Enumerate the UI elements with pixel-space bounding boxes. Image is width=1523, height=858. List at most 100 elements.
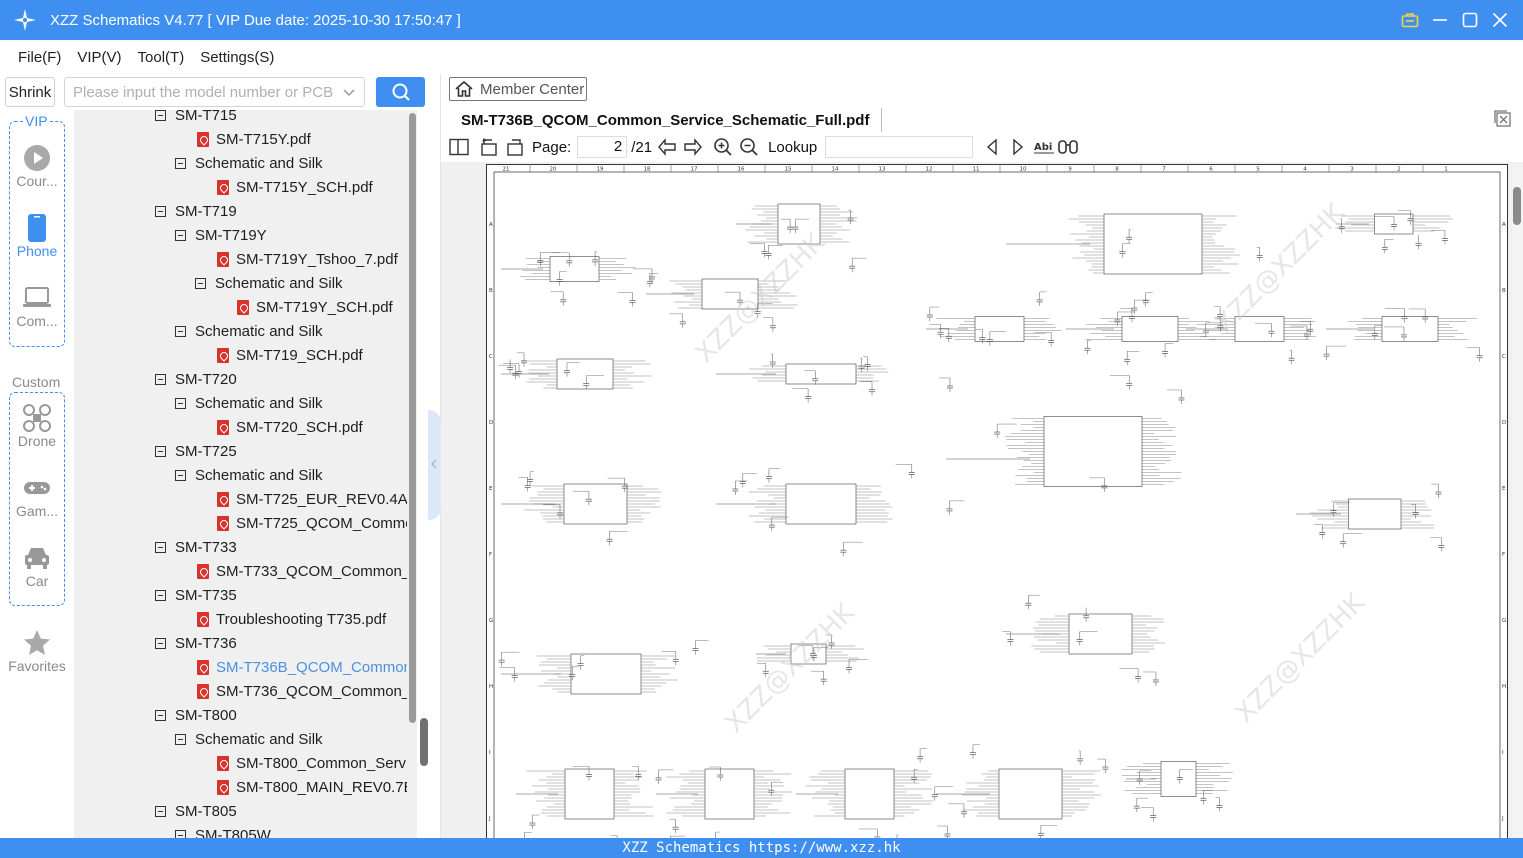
circuit-block [1121,761,1233,822]
rotate-left-icon[interactable] [478,136,500,158]
previous-page-icon[interactable] [656,136,678,158]
collapse-toggle-icon[interactable] [155,541,166,553]
rotate-right-icon[interactable] [504,136,526,158]
collapse-toggle-icon[interactable] [175,229,186,241]
tree-pdf-item[interactable]: SM-T800_Common_Service_F [195,751,407,775]
collapse-toggle-icon[interactable] [155,205,166,217]
collapse-toggle-icon[interactable] [195,277,206,289]
tree-folder-item[interactable]: Schematic and Silk [175,319,323,343]
menu-tool[interactable]: Tool(T) [138,49,185,66]
close-icon[interactable] [1491,11,1509,29]
collapse-toggle-icon[interactable] [175,469,186,481]
tree-item-label: SM-T736B_QCOM_Common_Se [216,658,407,676]
tree-folder-item[interactable]: SM-T733 [155,535,237,559]
viewer-scrollbar-thumb[interactable] [1513,187,1521,225]
tree-pdf-item[interactable]: SM-T736_QCOM_Common_Serv [175,679,407,703]
tree-scrollbar-track[interactable] [409,113,416,723]
tree-folder-item[interactable]: SM-T735 [155,583,237,607]
collapse-toggle-icon[interactable] [155,373,166,385]
rail-item-phone[interactable]: Phone [0,213,74,259]
collapse-toggle-icon[interactable] [175,733,186,745]
close-document-icon[interactable] [1494,110,1512,128]
tree-folder-item[interactable]: Schematic and Silk [175,391,323,415]
match-case-icon[interactable]: Abi [1033,136,1055,158]
tree-folder-item[interactable]: SM-T719Y [175,223,267,247]
tree-pdf-item[interactable]: SM-T719Y_SCH.pdf [215,295,393,319]
maximize-icon[interactable] [1461,11,1479,29]
lookup-input[interactable] [825,136,974,158]
minimize-icon[interactable] [1431,11,1449,29]
rail-item-courses[interactable]: Cour... [0,143,74,189]
viewer-scrollbar[interactable] [1512,162,1523,838]
chevron-down-icon[interactable] [342,85,356,103]
sidebar-toggle-icon[interactable] [448,136,470,158]
model-search-input[interactable]: Please input the model number or PCB [64,77,365,107]
binoculars-icon[interactable] [1057,136,1079,158]
rail-item-favorites[interactable]: Favorites [0,628,74,674]
rail-item-games[interactable]: Gam... [0,473,74,519]
find-previous-icon[interactable] [981,136,1003,158]
collapse-toggle-icon[interactable] [155,805,166,817]
collapse-toggle-icon[interactable] [175,397,186,409]
collapse-toggle-icon[interactable] [175,325,186,337]
tree-folder-item[interactable]: SM-T715 [155,110,237,127]
zoom-out-icon[interactable] [738,136,760,158]
tree-folder-item[interactable]: Schematic and Silk [195,271,343,295]
shrink-button[interactable]: Shrink [5,77,55,107]
tree-pdf-item[interactable]: SM-T725_QCOM_Common_S [195,511,407,535]
tree-folder-item[interactable]: Schematic and Silk [175,463,323,487]
collapse-toggle-icon[interactable] [155,589,166,601]
tree-folder-item[interactable]: SM-T800 [155,703,237,727]
vip-badge-icon[interactable] [1401,11,1419,29]
find-next-icon[interactable] [1007,136,1029,158]
zoom-in-icon[interactable] [712,136,734,158]
tree-folder-item[interactable]: SM-T736 [155,631,237,655]
tree-pdf-item[interactable]: Troubleshooting T735.pdf [175,607,386,631]
tree-folder-item[interactable]: SM-T720 [155,367,237,391]
gamepad-icon [0,473,74,503]
tree-pdf-item[interactable]: SM-T715Y_SCH.pdf [195,175,373,199]
collapse-toggle-icon[interactable] [155,110,166,121]
member-center-button[interactable]: Member Center [449,77,587,101]
tree-pdf-item[interactable]: SM-T725_EUR_REV0.4A_BOM [195,487,407,511]
rail-item-car[interactable]: Car [0,543,74,589]
collapse-toggle-icon[interactable] [175,157,186,169]
tree-folder-item[interactable]: Schematic and Silk [175,727,323,751]
tree-pdf-item[interactable]: SM-T733_QCOM_Common_Serv [175,559,407,583]
menu-vip[interactable]: VIP(V) [77,49,121,66]
tree-pdf-item[interactable]: SM-T800_MAIN_REV0.7B_05( [195,775,407,799]
tree-folder-item[interactable]: SM-T805 [155,799,237,823]
tree-pdf-item[interactable]: SM-T720_SCH.pdf [195,415,363,439]
rail-item-drone[interactable]: Drone [0,403,74,449]
menu-file[interactable]: File(F) [18,49,61,66]
circuit-block [498,640,709,695]
collapse-panel-handle[interactable] [428,410,441,520]
next-page-icon[interactable] [682,136,704,158]
tree-pdf-item[interactable]: SM-T719_SCH.pdf [195,343,363,367]
tree-folder-item[interactable]: Schematic and Silk [175,151,323,175]
menu-settings[interactable]: Settings(S) [200,49,274,66]
search-button[interactable] [376,77,425,107]
tree-pdf-item[interactable]: SM-T736B_QCOM_Common_Se [175,655,407,679]
tree-folder-item[interactable]: SM-T725 [155,439,237,463]
collapse-toggle-icon[interactable] [155,637,166,649]
tree-pdf-item[interactable]: SM-T719Y_Tshoo_7.pdf [195,247,398,271]
collapse-toggle-icon[interactable] [175,829,186,838]
pdf-viewer[interactable]: 21 20 19 18 17 16 15 14 13 12 11 10 9 8 7 6 5 4 3 2 1 A A B B C C D… [441,162,1512,838]
viewer-toolbar: Page: 2 /21 Lookup Abi [441,134,1523,160]
tree-pdf-item[interactable]: SM-T715Y.pdf [175,127,311,151]
tree-folder-item[interactable]: SM-T805W [175,823,271,838]
document-tab[interactable]: SM-T736B_QCOM_Common_Service_Schematic_F… [449,108,883,132]
lookup-label: Lookup [768,138,818,156]
svg-text:Abi: Abi [1034,142,1052,153]
page-number-input[interactable]: 2 [577,136,628,158]
collapse-toggle-icon[interactable] [155,445,166,457]
tree-scrollbar-thumb[interactable] [420,718,428,766]
tree-folder-item[interactable]: SM-T719 [155,199,237,223]
watermark-text: XZZ@XZZHK [1230,587,1372,729]
tree-item-label: SM-T719Y_Tshoo_7.pdf [236,250,398,268]
tree-item-label: SM-T805W [195,826,271,839]
rail-item-computer[interactable]: Com... [0,283,74,329]
circuit-block [1335,210,1453,254]
collapse-toggle-icon[interactable] [155,709,166,721]
